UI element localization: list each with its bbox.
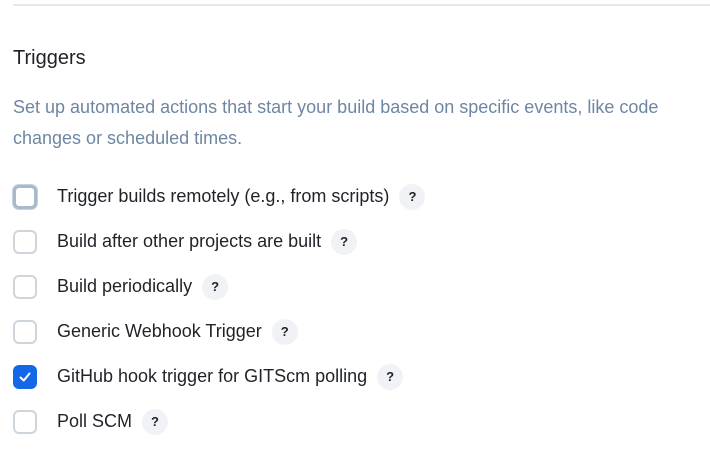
trigger-item-periodically: Build periodically ?: [13, 264, 703, 309]
trigger-remote-checkbox[interactable]: [13, 184, 37, 209]
trigger-remote-label[interactable]: Trigger builds remotely (e.g., from scri…: [57, 186, 389, 207]
question-mark-icon: ?: [386, 369, 395, 384]
help-button[interactable]: ?: [331, 228, 358, 255]
section-description: Set up automated actions that start your…: [13, 97, 659, 148]
help-button[interactable]: ?: [377, 363, 404, 390]
triggers-section: Triggers Set up automated actions that s…: [13, 44, 703, 435]
help-button[interactable]: ?: [271, 318, 298, 345]
trigger-periodically-label[interactable]: Build periodically: [57, 276, 192, 297]
question-mark-icon: ?: [280, 324, 289, 339]
section-divider: [13, 4, 710, 6]
help-button[interactable]: ?: [142, 408, 169, 435]
question-mark-icon: ?: [151, 414, 159, 429]
trigger-item-generic-webhook: Generic Webhook Trigger ?: [13, 309, 703, 354]
trigger-generic-webhook-checkbox[interactable]: [13, 319, 37, 344]
trigger-after-other-projects-label[interactable]: Build after other projects are built: [57, 231, 321, 252]
trigger-item-remote: Trigger builds remotely (e.g., from scri…: [13, 174, 703, 219]
help-button[interactable]: ?: [399, 183, 426, 210]
trigger-item-poll-scm: Poll SCM ?: [13, 399, 703, 444]
trigger-github-hook-label[interactable]: GitHub hook trigger for GITScm polling: [57, 366, 367, 387]
trigger-after-other-projects-checkbox[interactable]: [13, 229, 37, 254]
check-icon: [19, 372, 31, 381]
help-button[interactable]: ?: [202, 273, 229, 300]
trigger-list: Trigger builds remotely (e.g., from scri…: [13, 174, 703, 444]
trigger-item-github-hook: GitHub hook trigger for GITScm polling ?: [13, 354, 703, 399]
trigger-generic-webhook-label[interactable]: Generic Webhook Trigger: [57, 321, 262, 342]
section-title: Triggers: [13, 47, 86, 69]
question-mark-icon: ?: [340, 234, 349, 249]
trigger-poll-scm-label[interactable]: Poll SCM: [57, 411, 132, 432]
question-mark-icon: ?: [211, 279, 220, 294]
trigger-poll-scm-checkbox[interactable]: [13, 409, 37, 434]
question-mark-icon: ?: [408, 189, 417, 204]
trigger-item-after-other-projects: Build after other projects are built ?: [13, 219, 703, 264]
trigger-periodically-checkbox[interactable]: [13, 274, 37, 299]
trigger-github-hook-checkbox[interactable]: [13, 364, 37, 389]
